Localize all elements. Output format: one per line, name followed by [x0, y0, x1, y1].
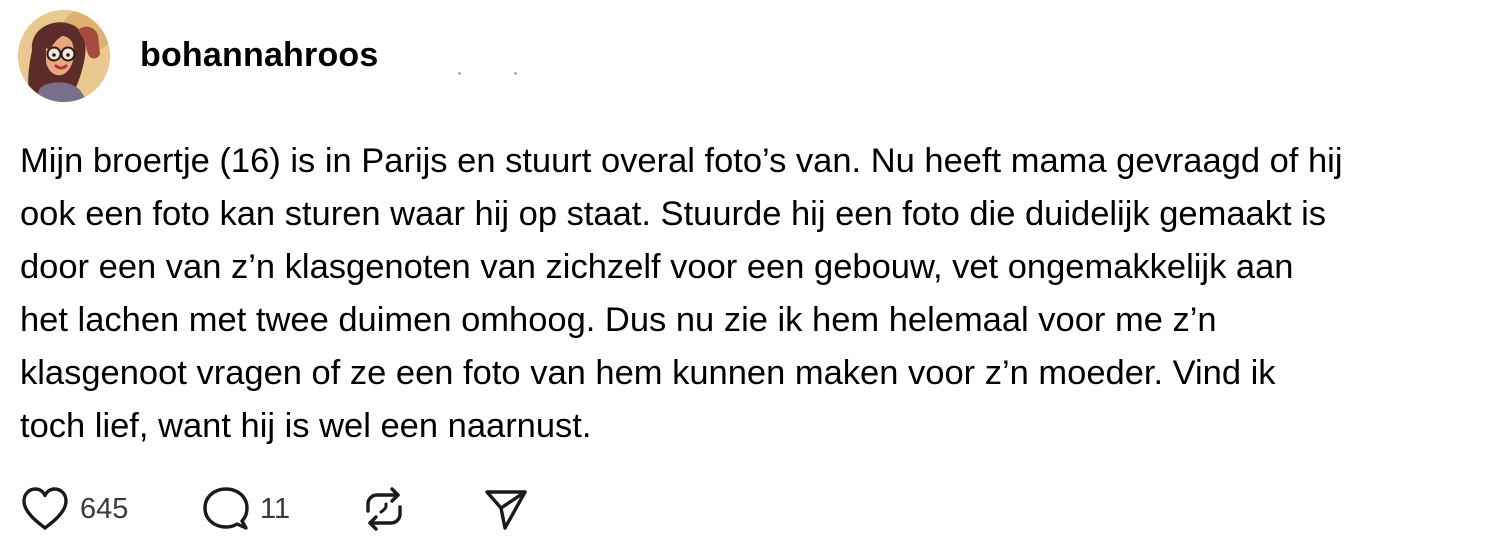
thread-post: bohannahroos Mijn broertje (16) is in Pa… [0, 0, 1508, 546]
avatar-illustration-icon [18, 10, 110, 102]
faint-dots-decoration [458, 72, 518, 78]
share-button[interactable] [483, 486, 529, 532]
post-actions: 645 11 [20, 484, 529, 534]
heart-icon [22, 487, 68, 530]
comment-count: 11 [260, 492, 291, 525]
username[interactable]: bohannahroos [140, 38, 379, 72]
send-icon [485, 490, 527, 530]
avatar[interactable] [18, 10, 110, 102]
repost-icon [366, 487, 402, 531]
post-header: bohannahroos [18, 10, 379, 102]
like-button[interactable]: 645 [20, 486, 202, 532]
like-count: 645 [80, 492, 129, 525]
post-text: Mijn broertje (16) is in Parijs en stuur… [20, 142, 1343, 445]
comment-button[interactable]: 11 [202, 485, 360, 533]
repost-button[interactable] [360, 485, 483, 533]
speech-bubble-icon [203, 487, 249, 530]
